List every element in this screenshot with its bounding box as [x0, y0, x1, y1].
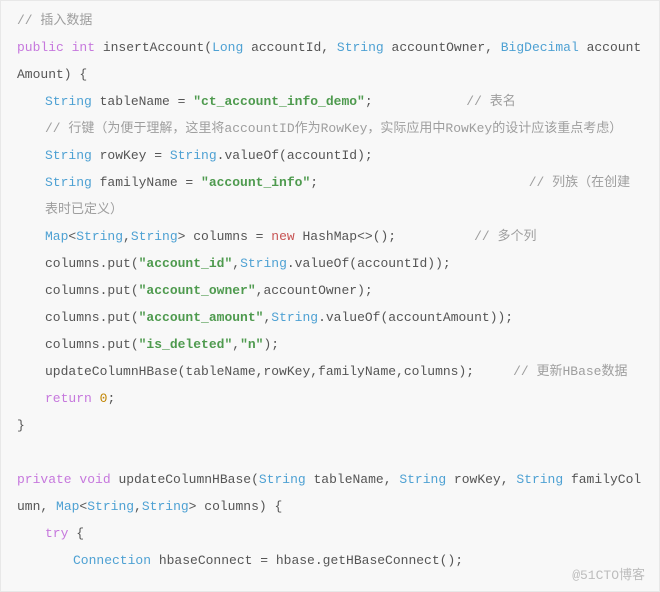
code-line: updateColumnHBase(tableName,rowKey,famil…: [17, 358, 643, 385]
type: String: [399, 472, 446, 487]
type: Connection: [73, 553, 151, 568]
code-block: // 插入数据 public int insertAccount(Long ac…: [0, 0, 660, 592]
code-line: // 行键（为便于理解，这里将accountID作为RowKey，实际应用中Ro…: [17, 115, 643, 142]
type: String: [271, 310, 318, 325]
type: String: [142, 499, 189, 514]
type: String: [76, 229, 123, 244]
code-line: columns.put("account_id",String.valueOf(…: [17, 250, 643, 277]
keyword: int: [72, 40, 95, 55]
type: Long: [212, 40, 243, 55]
type: String: [45, 175, 92, 190]
string-literal: "account_id": [139, 256, 233, 271]
comment: // 表名: [466, 94, 515, 109]
string-literal: "ct_account_info_demo": [193, 94, 365, 109]
code-line: String rowKey = String.valueOf(accountId…: [17, 142, 643, 169]
keyword: return: [45, 391, 92, 406]
code-line: public int insertAccount(Long accountId,…: [17, 34, 643, 88]
type: String: [259, 472, 306, 487]
keyword: private: [17, 472, 72, 487]
code-line: private void updateColumnHBase(String ta…: [17, 466, 643, 520]
comment: // 行键（为便于理解，这里将accountID作为RowKey，实际应用中Ro…: [45, 121, 622, 136]
code-line: columns.put("is_deleted","n");: [17, 331, 643, 358]
type: Map: [56, 499, 79, 514]
code-line: Map<String,String> columns = new HashMap…: [17, 223, 643, 250]
keyword: try: [45, 526, 68, 541]
code-line: String tableName = "ct_account_info_demo…: [17, 88, 643, 115]
code-line: }: [17, 412, 643, 439]
string-literal: "account_owner": [139, 283, 256, 298]
code-line: columns.put("account_owner",accountOwner…: [17, 277, 643, 304]
code-line: [17, 439, 643, 466]
type: String: [240, 256, 287, 271]
code-line: Connection hbaseConnect = hbase.getHBase…: [17, 547, 643, 574]
code-line: try {: [17, 520, 643, 547]
type: String: [45, 94, 92, 109]
keyword-new: new: [271, 229, 294, 244]
type: Map: [45, 229, 68, 244]
type: String: [516, 472, 563, 487]
type: String: [131, 229, 178, 244]
type: String: [45, 148, 92, 163]
type: BigDecimal: [501, 40, 579, 55]
comment: // 多个列: [474, 229, 536, 244]
code-line: return 0;: [17, 385, 643, 412]
keyword: public: [17, 40, 64, 55]
comment: // 更新HBase数据: [513, 364, 627, 379]
keyword: void: [79, 472, 110, 487]
string-literal: "n": [240, 337, 263, 352]
string-literal: "account_info": [201, 175, 310, 190]
string-literal: "is_deleted": [139, 337, 233, 352]
type: String: [87, 499, 134, 514]
type: String: [337, 40, 384, 55]
comment: // 插入数据: [17, 13, 92, 28]
code-line: // 插入数据: [17, 7, 643, 34]
string-literal: "account_amount": [139, 310, 264, 325]
code-line: String familyName = "account_info"; // 列…: [17, 169, 643, 223]
type: String: [170, 148, 217, 163]
code-line: columns.put("account_amount",String.valu…: [17, 304, 643, 331]
